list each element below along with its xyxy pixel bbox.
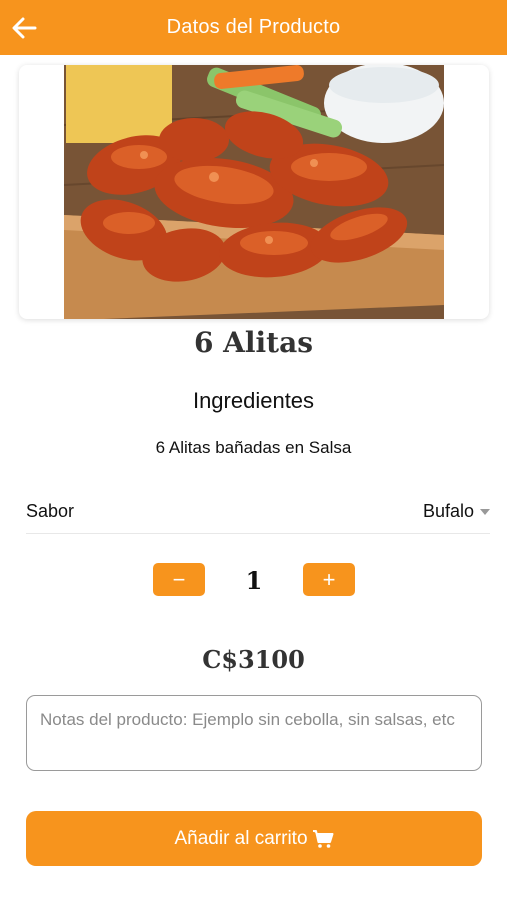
product-price: C$3100 bbox=[202, 645, 305, 674]
flavor-row: Sabor Bufalo bbox=[26, 490, 490, 534]
flavor-label: Sabor bbox=[26, 501, 75, 521]
quantity-value: 1 bbox=[245, 566, 263, 595]
ingredients-heading: Ingredientes bbox=[192, 388, 315, 413]
chevron-down-icon bbox=[480, 508, 490, 515]
product-name: 6 Alitas bbox=[193, 326, 314, 359]
product-image bbox=[64, 65, 444, 319]
add-to-cart-button[interactable]: Añadir al carrito bbox=[26, 811, 482, 866]
decrease-quantity-button[interactable]: − bbox=[153, 563, 205, 596]
flavor-selected-value: Bufalo bbox=[422, 501, 474, 521]
ingredients-text: 6 Alitas bañadas en Salsa bbox=[155, 438, 352, 457]
flavor-select[interactable]: Bufalo bbox=[423, 501, 490, 522]
app-header: Datos del Producto bbox=[0, 0, 507, 55]
cart-icon bbox=[312, 829, 334, 848]
product-image-card bbox=[19, 65, 489, 319]
increase-quantity-button[interactable]: + bbox=[303, 563, 355, 596]
add-to-cart-label: Añadir al carrito bbox=[174, 827, 308, 849]
arrow-left-icon bbox=[12, 17, 37, 39]
page-title: Datos del Producto bbox=[166, 16, 341, 38]
product-notes-field[interactable] bbox=[26, 695, 482, 771]
back-button[interactable] bbox=[8, 12, 40, 44]
